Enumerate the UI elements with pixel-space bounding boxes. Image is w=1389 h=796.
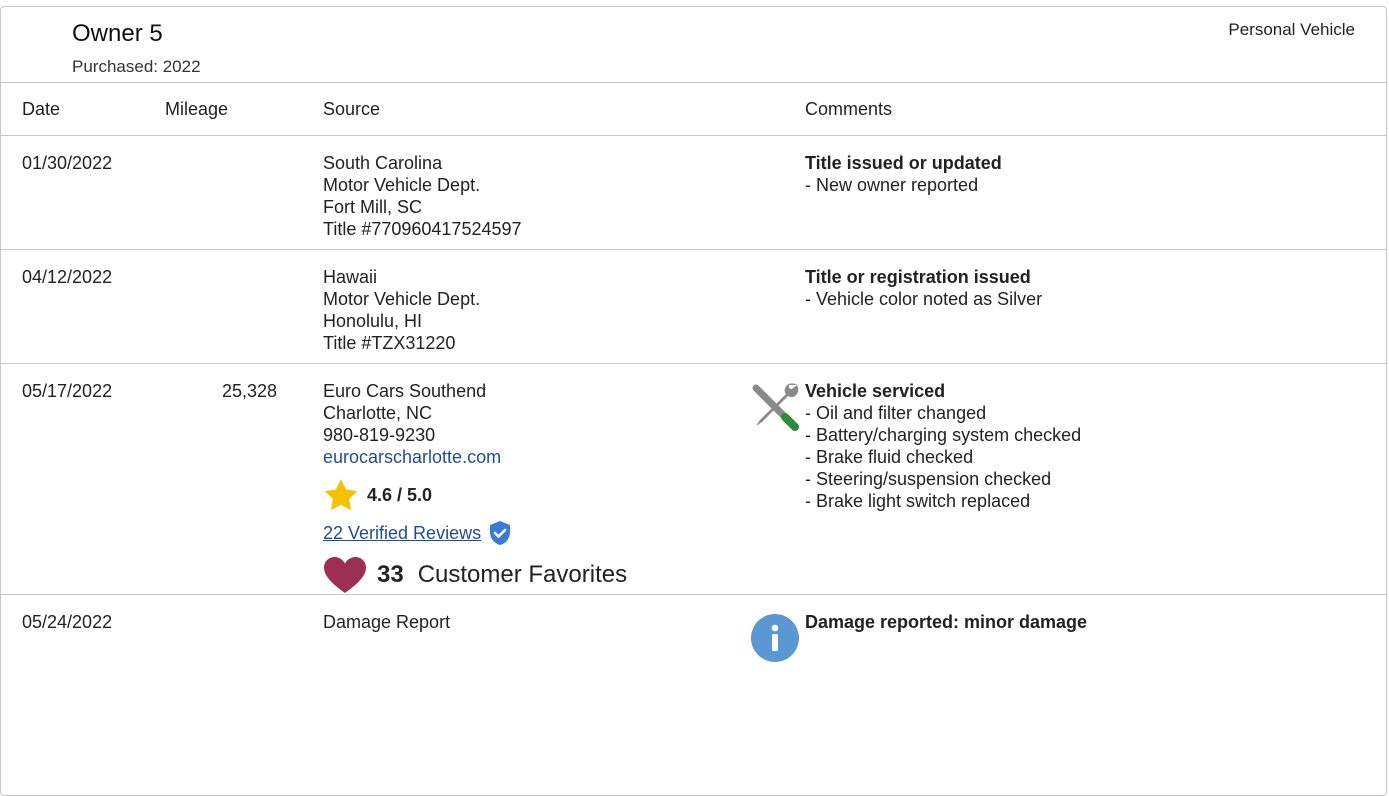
comment-title: Title issued or updated [805,153,1002,173]
verified-reviews-link[interactable]: 22 Verified Reviews [323,522,481,544]
source-line: Title #770960417524597 [323,219,522,239]
record-date: 05/17/2022 [22,381,113,401]
record-source: South Carolina Motor Vehicle Dept. Fort … [323,152,522,240]
comment-line: - Brake light switch replaced [805,491,1031,511]
table-header: Date Mileage Source Comments [1,83,1386,136]
favorites-label: Customer Favorites [417,561,628,588]
heart-icon [324,557,366,593]
star-icon [324,479,358,511]
purchased-year: Purchased: 2022 [72,57,201,76]
source-line: Title #TZX31220 [323,333,456,353]
owner-history-card: Owner 5 Purchased: 2022 Personal Vehicle… [0,6,1387,796]
source-line: Motor Vehicle Dept. [323,175,481,195]
table-row: 01/30/2022 South Carolina Motor Vehicle … [1,136,1386,250]
vehicle-type: Personal Vehicle [1228,20,1355,39]
favorites-count: 33 [377,561,404,588]
table-row: 05/17/2022 25,328 Euro Cars Southend Cha… [1,364,1386,595]
table-row: 04/12/2022 Hawaii Motor Vehicle Dept. Ho… [1,250,1386,364]
rating-value: 4.6 / 5.0 [367,485,433,505]
service-tools-icon [752,383,799,431]
source-line: Euro Cars Southend [323,381,487,401]
record-comments: Title issued or updated - New owner repo… [805,152,1002,196]
owner-header: Owner 5 Purchased: 2022 Personal Vehicle [1,7,1386,83]
record-comments: Title or registration issued - Vehicle c… [805,266,1042,310]
verified-shield-icon [490,521,511,545]
info-icon [751,614,799,662]
record-mileage: 25,328 [221,381,277,401]
source-line: Damage Report [323,612,451,632]
source-line: 980-819-9230 [323,425,436,445]
record-date: 05/24/2022 [22,612,113,632]
comment-line: - Vehicle color noted as Silver [805,289,1043,309]
column-mileage: Mileage [165,99,229,119]
dealer-website-link[interactable]: eurocarscharlotte.com [323,446,627,468]
comment-line: - New owner reported [805,175,979,195]
comment-line: - Brake fluid checked [805,447,974,467]
column-comments: Comments [805,99,893,119]
source-line: Motor Vehicle Dept. [323,289,481,309]
dealer-rating: 4.6 / 5.0 [323,478,627,512]
comment-line: - Battery/charging system checked [805,425,1082,445]
verified-reviews: 22 Verified Reviews [323,520,627,546]
record-source: Damage Report [323,611,450,633]
source-line: Hawaii [323,267,378,287]
comment-title: Title or registration issued [805,267,1031,287]
owner-title: Owner 5 [72,20,163,47]
record-source: Hawaii Motor Vehicle Dept. Honolulu, HI … [323,266,480,354]
comment-title: Vehicle serviced [805,381,946,401]
column-date: Date [22,99,61,119]
record-comments: Vehicle serviced - Oil and filter change… [805,380,1081,512]
record-comments: Damage reported: minor damage [805,611,1087,633]
comment-line: - Oil and filter changed [805,403,987,423]
source-line: Honolulu, HI [323,311,423,331]
source-line: Fort Mill, SC [323,197,422,217]
customer-favorites: 33 Customer Favorites [323,556,627,594]
comment-title: Damage reported: minor damage [805,612,1088,632]
source-line: South Carolina [323,153,443,173]
table-row: 05/24/2022 Damage Report Damage reported… [1,595,1386,795]
record-source: Euro Cars Southend Charlotte, NC 980-819… [323,380,627,594]
record-date: 01/30/2022 [22,153,113,173]
source-line: Charlotte, NC [323,403,433,423]
record-date: 04/12/2022 [22,267,113,287]
comment-line: - Steering/suspension checked [805,469,1052,489]
column-source: Source [323,99,381,119]
